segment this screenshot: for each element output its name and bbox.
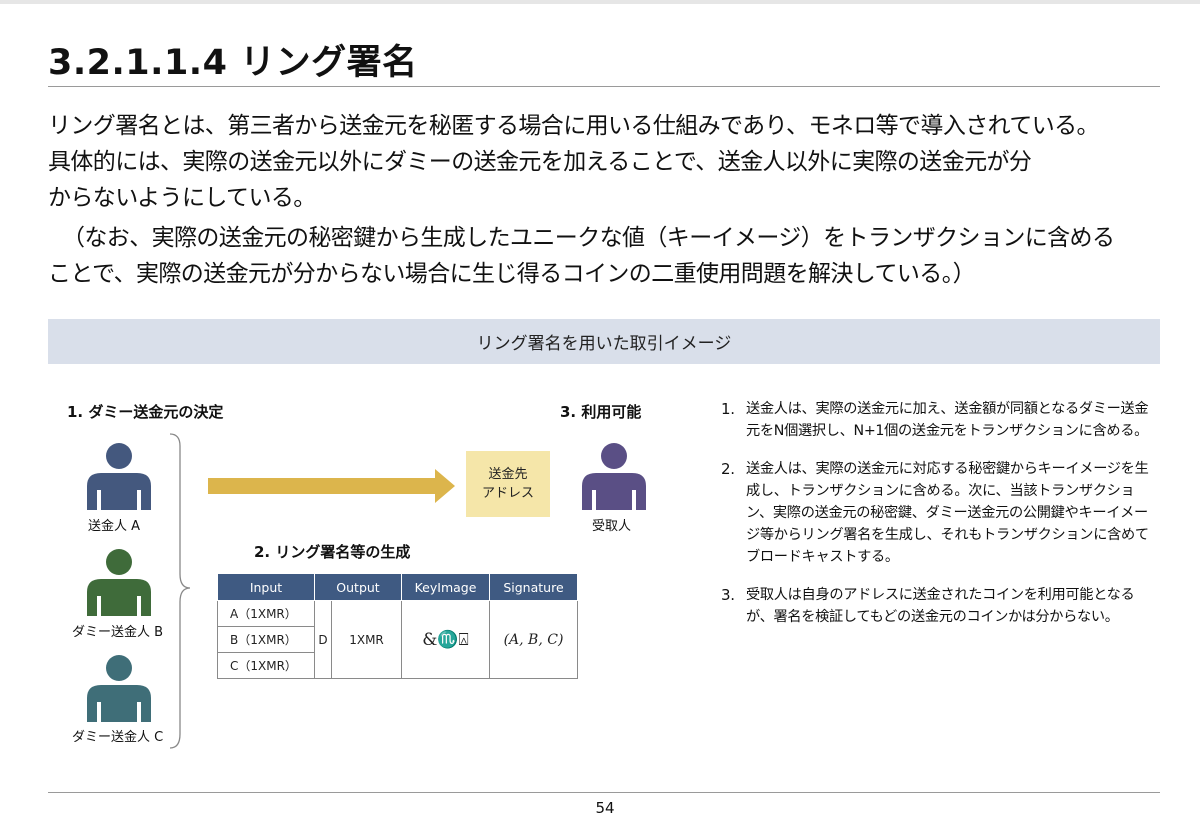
receiver-icon (578, 440, 650, 510)
intro-text: リング署名とは、第三者から送金元を秘匿する場合に用いる仕組みであり、モネロ等で導… (48, 108, 1178, 292)
step-text: 送金人は、実際の送金元に加え、送金額が同額となるダミー送金元をN個選択し、N+1… (746, 401, 1149, 439)
output-value-cell: 1XMR (331, 600, 402, 679)
title-divider (48, 86, 1160, 87)
transaction-table: Input Output KeyImage Signature A（1XMR） … (217, 573, 578, 679)
sender-a-label: 送金人 A (88, 519, 141, 534)
table-header: KeyImage (401, 573, 490, 601)
intro-line: 具体的には、実際の送金元以外にダミーの送金元を加えることで、送金人以外に実際の送… (48, 149, 1032, 175)
step-text: 送金人は、実際の送金元に対応する秘密鍵からキーイメージを生成し、トランザクション… (746, 461, 1149, 565)
table-header: Signature (489, 573, 578, 601)
destination-address-box: 送金先 アドレス (466, 451, 550, 517)
input-cell: C（1XMR） (217, 652, 315, 679)
step-text: 受取人は自身のアドレスに送金されたコインを利用可能となるが、署名を検証してもどの… (746, 587, 1135, 625)
table-header: Input (217, 573, 315, 601)
footer-divider (48, 792, 1160, 793)
table-row: A（1XMR） D 1XMR &♏⍓ (A, B, C) (217, 600, 578, 679)
signature-cell: (A, B, C) (489, 600, 578, 679)
intro-line: からないようにしている。 (48, 185, 316, 211)
step3-label: 3. 利用可能 (560, 403, 642, 421)
step-number: 3. (721, 586, 735, 604)
dummy-sender-c-icon (83, 652, 155, 722)
table-header-row: Input Output KeyImage Signature (217, 573, 578, 601)
list-item: 1. 送金人は、実際の送金元に加え、送金額が同額となるダミー送金元をN個選択し、… (718, 398, 1158, 442)
intro-note-line: （なお、実際の送金元の秘密鍵から生成したユニークな値（キーイメージ）をトランザク… (62, 225, 1115, 251)
output-tag-cell: D (314, 600, 332, 679)
top-border (0, 0, 1200, 4)
input-cell: A（1XMR） (217, 600, 315, 627)
list-item: 3. 受取人は自身のアドレスに送金されたコインを利用可能となるが、署名を検証して… (718, 584, 1158, 628)
sender-a-icon (83, 440, 155, 510)
intro-line: リング署名とは、第三者から送金元を秘匿する場合に用いる仕組みであり、モネロ等で導… (48, 113, 1100, 139)
address-line: 送金先 (488, 467, 528, 482)
input-cell: B（1XMR） (217, 626, 315, 653)
table-header: Output (314, 573, 402, 601)
list-item: 2. 送金人は、実際の送金元に対応する秘密鍵からキーイメージを生成し、トランザク… (718, 458, 1158, 568)
page-number: 54 (595, 799, 615, 816)
step-number: 1. (721, 400, 735, 418)
address-line: アドレス (481, 486, 534, 501)
dummy-sender-c-label: ダミー送金人 C (72, 730, 164, 745)
steps-list: 1. 送金人は、実際の送金元に加え、送金額が同額となるダミー送金元をN個選択し、… (718, 398, 1158, 644)
dummy-sender-b-label: ダミー送金人 B (72, 625, 164, 640)
diagram-banner: リング署名を用いた取引イメージ (48, 319, 1160, 364)
receiver-label: 受取人 (592, 519, 632, 534)
dummy-sender-b-icon (83, 546, 155, 616)
right-arrow-icon (208, 469, 455, 503)
step1-label: 1. ダミー送金元の決定 (67, 403, 224, 421)
step2-label: 2. リング署名等の生成 (254, 543, 411, 561)
step-number: 2. (721, 460, 735, 478)
intro-note-line: ことで、実際の送金元が分からない場合に生じ得るコインの二重使用問題を解決している… (48, 261, 976, 287)
keyimage-cell: &♏⍓ (401, 600, 490, 679)
right-brace-icon (169, 433, 191, 749)
page-title: 3.2.1.1.4 リング署名 (48, 43, 418, 83)
